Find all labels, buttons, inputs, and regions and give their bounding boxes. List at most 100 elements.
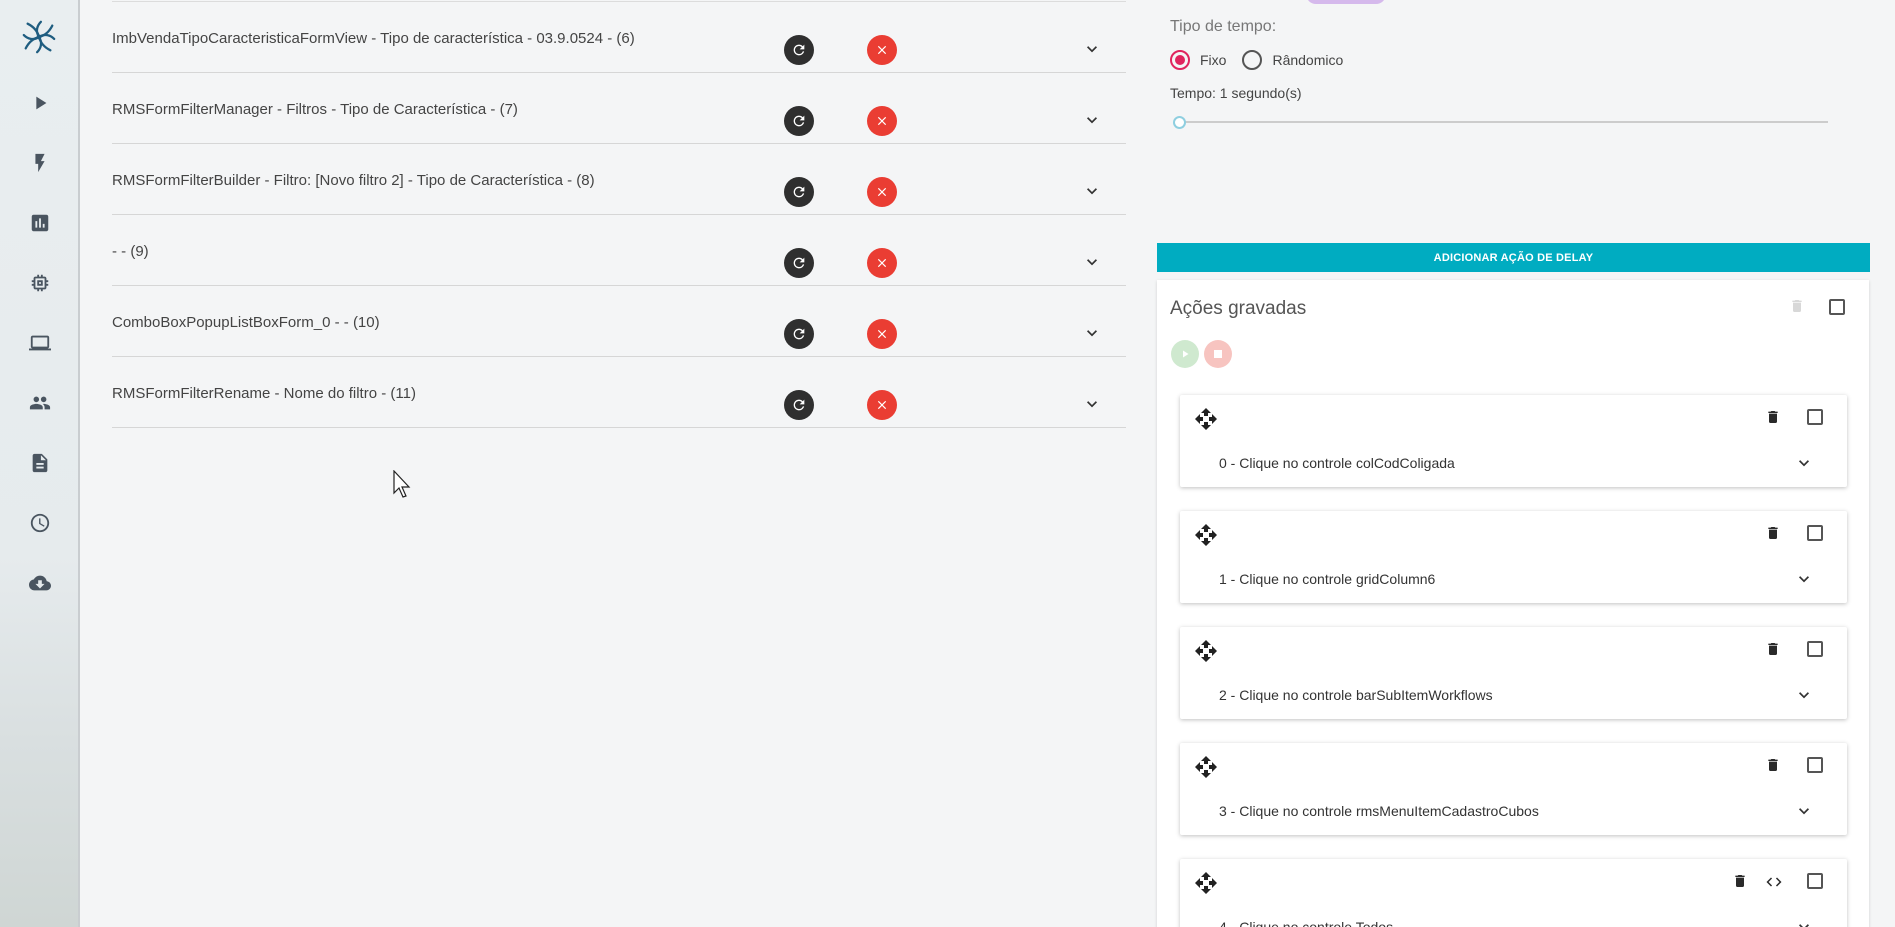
action-checkbox[interactable]	[1807, 873, 1823, 889]
play-icon[interactable]	[22, 85, 58, 121]
refresh-button[interactable]	[784, 248, 814, 278]
radio-fixo[interactable]	[1170, 50, 1190, 70]
list-item-label: - - (9)	[112, 243, 149, 260]
list-item[interactable]: RMSFormFilterBuilder - Filtro: [Novo fil…	[112, 144, 1126, 215]
delete-icon[interactable]	[1765, 641, 1783, 659]
time-slider-thumb[interactable]	[1173, 116, 1186, 129]
laptop-icon[interactable]	[22, 325, 58, 361]
time-type-radio-group: Fixo Rândomico	[1170, 49, 1359, 71]
list-item-label: RMSFormFilterRename - Nome do filtro - (…	[112, 385, 416, 402]
select-all-checkbox[interactable]	[1829, 299, 1845, 315]
page-scrollbar[interactable]	[1880, 0, 1895, 927]
action-label: 4 - Clique no controle Todos	[1219, 919, 1394, 927]
move-icon[interactable]	[1194, 639, 1218, 663]
time-slider-track[interactable]	[1178, 121, 1828, 123]
list-item[interactable]: - - (9)	[112, 215, 1126, 286]
action-label: 2 - Clique no controle barSubItemWorkflo…	[1219, 687, 1493, 703]
action-label: 1 - Clique no controle gridColumn6	[1219, 571, 1436, 587]
recorded-action-item[interactable]: 4 - Clique no controle Todos	[1180, 859, 1847, 927]
list-item[interactable]: ImbVendaTipoCaracteristicaFormView - Tip…	[112, 2, 1126, 73]
close-icon	[877, 329, 887, 339]
remove-button[interactable]	[867, 319, 897, 349]
chevron-down-icon[interactable]	[1082, 110, 1102, 130]
play-button[interactable]	[1171, 340, 1199, 368]
remove-button[interactable]	[867, 106, 897, 136]
radio-fixo-label[interactable]: Fixo	[1200, 52, 1226, 68]
refresh-icon	[793, 186, 805, 198]
stop-button[interactable]	[1204, 340, 1232, 368]
chevron-down-icon[interactable]	[1794, 685, 1814, 705]
code-icon[interactable]	[1765, 873, 1785, 891]
list-item[interactable]: ComboBoxPopupListBoxForm_0 - - (10)	[112, 286, 1126, 357]
radio-randomico[interactable]	[1242, 50, 1263, 70]
close-icon	[877, 258, 887, 268]
bolt-icon[interactable]	[22, 145, 58, 181]
remove-button[interactable]	[867, 390, 897, 420]
refresh-icon	[793, 328, 805, 340]
document-icon[interactable]	[22, 445, 58, 481]
delete-icon[interactable]	[1732, 873, 1750, 891]
recorded-action-item[interactable]: 2 - Clique no controle barSubItemWorkflo…	[1180, 627, 1847, 719]
delay-panel: Tipo de tempo: Fixo Rândomico Tempo: 1 s…	[1156, 0, 1870, 927]
pinwheel-logo[interactable]	[20, 18, 58, 56]
recorded-action-item[interactable]: 1 - Clique no controle gridColumn6	[1180, 511, 1847, 603]
refresh-button[interactable]	[784, 390, 814, 420]
delete-all-icon[interactable]	[1789, 298, 1807, 316]
move-icon[interactable]	[1194, 755, 1218, 779]
recorded-action-item[interactable]: 3 - Clique no controle rmsMenuItemCadast…	[1180, 743, 1847, 835]
delete-icon[interactable]	[1765, 525, 1783, 543]
list-item-label: RMSFormFilterBuilder - Filtro: [Novo fil…	[112, 172, 595, 189]
cloud-download-icon[interactable]	[22, 565, 58, 601]
action-checkbox[interactable]	[1807, 641, 1823, 657]
refresh-button[interactable]	[784, 106, 814, 136]
close-icon	[877, 400, 887, 410]
action-label: 3 - Clique no controle rmsMenuItemCadast…	[1219, 803, 1539, 819]
chevron-down-icon[interactable]	[1082, 252, 1102, 272]
remove-button[interactable]	[867, 177, 897, 207]
refresh-icon	[793, 115, 805, 127]
move-icon[interactable]	[1194, 407, 1218, 431]
chevron-down-icon[interactable]	[1082, 39, 1102, 59]
time-type-label: Tipo de tempo:	[1170, 18, 1277, 35]
chevron-down-icon[interactable]	[1794, 569, 1814, 589]
move-icon[interactable]	[1194, 523, 1218, 547]
delete-icon[interactable]	[1765, 757, 1783, 775]
action-label: 0 - Clique no controle colCodColigada	[1219, 455, 1455, 471]
refresh-button[interactable]	[784, 319, 814, 349]
action-checkbox[interactable]	[1807, 409, 1823, 425]
remove-button[interactable]	[867, 35, 897, 65]
chip-icon[interactable]	[22, 265, 58, 301]
chevron-down-icon[interactable]	[1794, 917, 1814, 927]
move-icon[interactable]	[1194, 871, 1218, 895]
people-icon[interactable]	[22, 385, 58, 421]
chevron-down-icon[interactable]	[1082, 323, 1102, 343]
remove-button[interactable]	[867, 248, 897, 278]
list-item-label: RMSFormFilterManager - Filtros - Tipo de…	[112, 101, 518, 118]
clock-icon[interactable]	[22, 505, 58, 541]
list-item[interactable]: RMSFormFilterManager - Filtros - Tipo de…	[112, 73, 1126, 144]
chevron-down-icon[interactable]	[1082, 181, 1102, 201]
refresh-button[interactable]	[784, 35, 814, 65]
list-item-label: ComboBoxPopupListBoxForm_0 - - (10)	[112, 314, 380, 331]
recorded-action-item[interactable]: 0 - Clique no controle colCodColigada	[1180, 395, 1847, 487]
chart-icon[interactable]	[22, 205, 58, 241]
delete-icon[interactable]	[1765, 409, 1783, 427]
recorded-actions-title: Ações gravadas	[1170, 298, 1307, 319]
chevron-down-icon[interactable]	[1082, 394, 1102, 414]
radio-randomico-label[interactable]: Rândomico	[1272, 52, 1343, 68]
play-icon	[1183, 350, 1189, 358]
action-checkbox[interactable]	[1807, 525, 1823, 541]
refresh-icon	[793, 399, 805, 411]
add-delay-button[interactable]: ADICIONAR AÇÃO DE DELAY	[1157, 243, 1870, 272]
decorative-shape	[1306, 0, 1386, 4]
action-checkbox[interactable]	[1807, 757, 1823, 773]
refresh-icon	[793, 44, 805, 56]
sidebar	[0, 0, 80, 927]
refresh-button[interactable]	[784, 177, 814, 207]
mouse-cursor-icon	[393, 469, 413, 500]
list-item[interactable]: RMSFormFilterRename - Nome do filtro - (…	[112, 357, 1126, 428]
chevron-down-icon[interactable]	[1794, 453, 1814, 473]
chevron-down-icon[interactable]	[1794, 801, 1814, 821]
list-item-label: ImbVendaTipoCaracteristicaFormView - Tip…	[112, 30, 635, 47]
close-icon	[877, 45, 887, 55]
